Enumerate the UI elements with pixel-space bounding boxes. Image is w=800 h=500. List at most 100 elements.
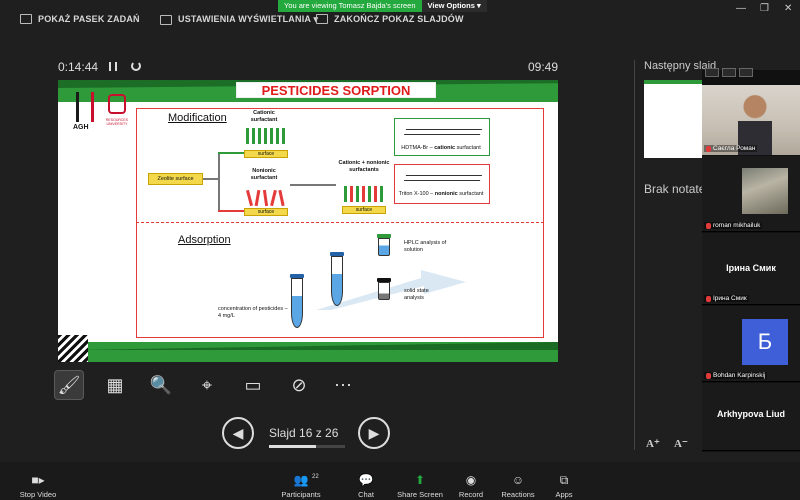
participant-avatar: Б [742,319,788,365]
show-taskbar-button[interactable]: POKAŻ PASEK ZADAŃ [20,14,140,24]
agh-logo-label: AGH [73,124,89,131]
view-options-button[interactable]: View Options ▾ [421,0,487,12]
meeting-top-bar: POKAŻ PASEK ZADAŃ USTAWIENIA WYŚWIETLANI… [0,0,800,40]
chevron-left-icon: ◀ [232,424,244,441]
participant-tile[interactable]: Arkhypova Liud [702,383,800,451]
chat-button[interactable]: 💬 Chat [336,473,396,500]
cationic-surface: surface [244,150,288,158]
arrow-vertical [218,152,220,210]
subtitles-button[interactable]: ▭ [238,370,268,400]
solution-vial [378,238,390,256]
subtitles-icon: ▭ [244,374,262,395]
participant-name-tag: roman mikhailuk [704,222,763,229]
adsorption-heading: Adsorption [178,234,231,246]
zeolite-surface-box: Zeolite surface [148,173,203,185]
screen-share-banner: You are viewing Tomasz Bajda's screen Vi… [278,0,488,12]
section-divider [136,222,544,223]
arrow-to-cationic [218,152,244,154]
slide-footer-stripes [58,335,88,362]
more-icon: ⋯ [334,374,352,395]
participants-button[interactable]: 👥 Participants [271,473,331,500]
hdtma-formula-box: HDTMA-Br – cationic surfactant [394,118,490,156]
taskbar-icon [20,14,32,24]
slideshow-timer: 0:14:44 [58,60,99,74]
reset-timer-icon[interactable] [131,61,141,71]
pen-icon: 🖌 [57,374,81,395]
slide-progress-bar [269,445,345,448]
cationic-molecules [244,126,288,144]
cationic-label: Cationic surfactant [250,110,278,123]
gallery-grid-icon[interactable] [739,68,753,77]
arrow-to-combined [290,184,336,186]
share-status-text: You are viewing Tomasz Bajda's screen [278,0,422,12]
all-slides-button[interactable]: ▦ [100,370,130,400]
participant-tile[interactable]: Ірина Смик Ірина Смик [702,233,800,305]
mic-muted-icon [706,372,711,379]
restore-icon[interactable]: ❐ [760,3,769,14]
laser-pointer-button[interactable]: ⌖ [192,370,222,400]
solid-vial [378,282,390,300]
speaker-view-icon[interactable] [722,68,736,77]
slides-grid-icon: ▦ [106,374,124,395]
nonionic-surface: surface [244,208,288,216]
participant-display-name: Arkhypova Liud [716,409,785,419]
minimize-icon[interactable]: — [736,3,746,14]
university-logo-label: RESOURCES UNIVERSITY [105,118,129,126]
arrow-zeolite-split [203,178,219,180]
next-slide-button[interactable]: ▶ [358,417,390,449]
mic-muted-icon [706,295,711,302]
next-slide-thumbnail[interactable] [644,80,704,158]
view-layout-icon[interactable] [705,68,719,77]
participant-name-tag: Ірина Смик [704,295,749,302]
hplc-label: HPLC analysis of solution [404,240,447,253]
current-time: 09:49 [528,60,559,74]
end-slideshow-button[interactable]: ZAKOŃCZ POKAZ SLAJDÓW [316,14,464,24]
more-options-button[interactable]: ⋯ [328,370,358,400]
apps-icon: ⧉ [559,473,569,487]
current-slide: PESTICIDES SORPTION AGH RESOURCES UNIVER… [58,80,558,362]
slide-counter: Slajd 16 z 26 [269,426,339,440]
participant-name-tag: Bohdan Karpinskij [704,372,768,379]
end-show-icon [316,14,328,24]
modification-heading: Modification [168,112,227,124]
close-icon[interactable]: ✕ [784,3,792,14]
test-tube-1 [291,278,303,328]
magnifier-icon: 🔍 [149,374,173,395]
triton-caption: Triton X-100 – nonionic surfactant [398,191,484,197]
pointer-icon: ⌖ [201,374,213,395]
display-settings-button[interactable]: USTAWIENIA WYŚWIETLANIA ▾ [160,14,318,25]
zoom-button[interactable]: 🔍 [146,370,176,400]
camera-off-icon: ⊘ [291,374,307,395]
concentration-label: concentration of pesticides – 4 mg/L [218,306,288,319]
thumbnail-band [644,80,704,84]
monitor-icon [160,14,172,25]
pause-icon[interactable] [109,62,117,71]
video-camera-icon: ■▸ [31,473,45,487]
university-logo [108,94,126,114]
pen-tool-button[interactable]: 🖌 [54,370,84,400]
combined-surface: surface [342,206,386,214]
stop-video-button[interactable]: ■▸ Stop Video [8,473,68,500]
slide-title: PESTICIDES SORPTION [236,82,436,98]
test-tube-2 [331,256,343,306]
previous-slide-button[interactable]: ◀ [222,417,254,449]
mic-muted-icon [706,222,711,229]
camera-toggle-button[interactable]: ⊘ [284,370,314,400]
decrease-font-button[interactable]: A⁻ [674,437,688,450]
participant-name-tag: Саєгла Роман [704,145,758,152]
arrow-to-nonionic [218,210,244,212]
cationic-nonionic-label: Cationic + nonionic surfactants [338,160,390,173]
triton-formula-box: Triton X-100 – nonionic surfactant [394,164,490,204]
apps-button[interactable]: ⧉ Apps [534,473,594,500]
participant-tile[interactable]: Саєгла Роман [702,85,800,155]
mic-muted-icon [706,145,711,152]
chat-bubble-icon: 💬 [358,473,374,487]
panel-separator [634,60,635,450]
nonionic-molecules [244,188,288,207]
participant-display-name: Ірина Смик [726,263,776,273]
slide-progress-fill [269,445,316,448]
people-icon: 👥 [293,473,309,487]
agh-logo [76,92,94,122]
participant-video-thumb [742,168,788,214]
increase-font-button[interactable]: A⁺ [646,437,660,450]
